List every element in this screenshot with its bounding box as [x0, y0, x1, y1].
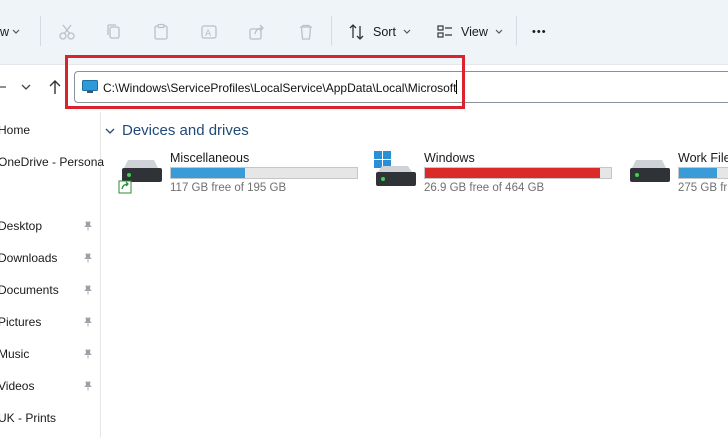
more-icon: •••: [532, 26, 547, 38]
sidebar-item-uk-prints[interactable]: UK - Prints: [0, 411, 56, 425]
drive-usage-bar: [678, 167, 728, 179]
up-button[interactable]: [48, 65, 62, 109]
sidebar-item-desktop[interactable]: Desktop: [0, 219, 42, 233]
drive-name: Miscellaneous: [170, 151, 250, 165]
paste-icon: [154, 23, 168, 40]
drive-icon: [118, 160, 162, 194]
sidebar-item-onedrive[interactable]: OneDrive - Persona: [0, 155, 104, 169]
cut-icon: [59, 24, 75, 40]
drive-tile[interactable]: Windows 26.9 GB free of 464 GB: [372, 150, 617, 200]
sidebar-item-label: Downloads: [0, 251, 58, 265]
view-label: View: [461, 25, 488, 39]
sidebar-item-label: OneDrive - Persona: [0, 155, 105, 169]
drive-tile[interactable]: Miscellaneous 117 GB free of 195 GB: [118, 150, 363, 200]
sidebar-item-label: Desktop: [0, 219, 43, 233]
drive-usage-bar: [170, 167, 358, 179]
trash-icon: [300, 24, 312, 40]
sidebar-item-label: Videos: [0, 379, 35, 393]
toolbar-divider: [516, 16, 517, 46]
sidebar-item-label: UK - Prints: [0, 411, 57, 425]
section-title: Devices and drives: [122, 122, 249, 139]
forward-button-partial[interactable]: [0, 65, 8, 109]
sidebar-item-home[interactable]: Home: [0, 123, 30, 137]
drive-free-space: 117 GB free of 195 GB: [170, 182, 287, 194]
arrow-up-icon: [49, 80, 61, 94]
sidebar-item-label: Pictures: [0, 315, 42, 329]
drive-usage-bar: [424, 167, 612, 179]
sidebar-item-label: Documents: [0, 283, 59, 297]
recent-locations-button[interactable]: [20, 65, 32, 109]
view-icon: [437, 25, 452, 38]
toolbar-divider: [40, 16, 41, 46]
navigation-pane: Home OneDrive - Persona Desktop Download…: [0, 112, 104, 438]
chevron-down-icon: [21, 84, 31, 90]
sidebar-item-pictures[interactable]: Pictures: [0, 315, 41, 329]
sidebar-item-label: Home: [0, 123, 31, 137]
pin-icon[interactable]: [83, 285, 93, 295]
more-options-button[interactable]: •••: [532, 0, 547, 64]
sort-label: Sort: [373, 25, 396, 39]
pin-icon[interactable]: [83, 221, 93, 231]
drive-usage-fill: [425, 168, 600, 178]
chevron-down-icon: [403, 29, 411, 34]
drive-icon: [374, 151, 416, 186]
svg-text:A: A: [205, 29, 212, 39]
view-partial-label: w: [0, 25, 10, 39]
drive-tile[interactable]: Work File 275 GB fr: [626, 150, 728, 200]
toolbar-divider: [331, 16, 332, 46]
arrow-partial-icon: [0, 86, 6, 88]
drive-usage-fill: [171, 168, 245, 178]
devices-section-header[interactable]: Devices and drives: [104, 122, 249, 139]
sidebar-item-documents[interactable]: Documents: [0, 283, 59, 297]
pin-icon[interactable]: [83, 253, 93, 263]
chevron-down-icon: [495, 29, 503, 34]
sort-icon: [349, 24, 364, 40]
sidebar-item-videos[interactable]: Videos: [0, 379, 34, 393]
rename-icon: A: [201, 25, 217, 39]
pin-icon[interactable]: [83, 381, 93, 391]
sidebar-item-downloads[interactable]: Downloads: [0, 251, 57, 265]
view-button-partial[interactable]: w: [0, 0, 21, 64]
highlight-annotation: [65, 55, 465, 109]
pin-icon[interactable]: [83, 317, 93, 327]
drive-name: Windows: [424, 151, 475, 165]
drive-free-space: 275 GB fr: [678, 182, 728, 194]
drive-usage-fill: [679, 168, 717, 178]
drive-icon: [630, 160, 670, 182]
drive-free-space: 26.9 GB free of 464 GB: [424, 182, 545, 194]
copy-icon: [107, 24, 120, 39]
sidebar-item-label: Music: [0, 347, 30, 361]
share-icon: [249, 24, 264, 40]
chevron-down-icon: [105, 128, 115, 134]
sidebar-item-music[interactable]: Music: [0, 347, 29, 361]
drive-name: Work File: [678, 151, 728, 165]
pin-icon[interactable]: [83, 349, 93, 359]
chevron-down-icon: [12, 29, 20, 34]
